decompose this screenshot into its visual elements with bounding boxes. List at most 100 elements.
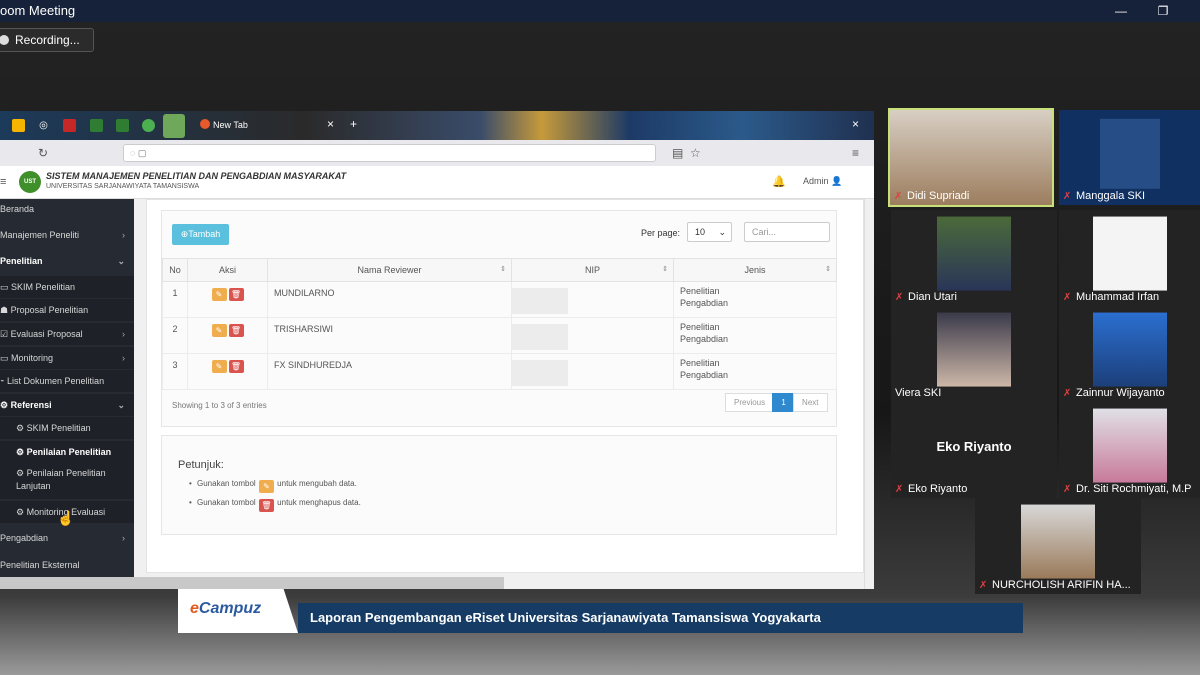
url-input[interactable]: ◌ ▢: [123, 144, 656, 162]
add-button[interactable]: ⊕Tambah: [172, 224, 229, 245]
user-icon: 👤: [831, 176, 843, 186]
edit-icon[interactable]: ✎: [211, 324, 227, 337]
participant-tile[interactable]: ✗ Dian Utari: [891, 210, 1057, 306]
menu-icon[interactable]: ≡: [852, 146, 859, 160]
row-no: 3: [162, 353, 188, 390]
participant-tile[interactable]: ✗ Zainnur Wijayanto: [1059, 306, 1200, 402]
horizontal-scrollbar[interactable]: [0, 577, 504, 589]
monitor-icon: ▭: [0, 353, 12, 363]
sidebar-item-referensi[interactable]: ⚙ Referensi ⌄: [0, 394, 134, 416]
ust-logo: UST: [19, 171, 41, 193]
list-icon: ⁃: [0, 376, 8, 386]
sidebar-item-evaluasi-proposal[interactable]: ☑ Evaluasi Proposal ›: [0, 323, 134, 345]
edit-hint: • Gunakan tombol ✎ untuk mengubah data.: [189, 479, 357, 493]
participant-tile[interactable]: ✗ Didi Supriadi: [888, 108, 1054, 207]
close-tab-icon[interactable]: ×: [327, 117, 334, 131]
users-icon: ☗: [0, 305, 11, 315]
col-no[interactable]: No: [162, 258, 188, 282]
new-tab-icon[interactable]: +: [350, 117, 357, 131]
trash-icon[interactable]: 🗑: [228, 324, 244, 337]
participant-tile[interactable]: Eko Riyanto ✗ Eko Riyanto: [891, 402, 1057, 498]
tab-new-tab[interactable]: New Tab: [200, 119, 248, 130]
sidebar-item-beranda[interactable]: Beranda: [0, 198, 134, 220]
sheet-icon[interactable]: [116, 119, 129, 132]
active-tab[interactable]: [163, 114, 185, 138]
app-icon[interactable]: [142, 119, 155, 132]
restore-icon[interactable]: ❐: [1148, 0, 1178, 22]
caption-banner: Laporan Pengembangan eRiset Universitas …: [298, 603, 1023, 633]
reader-icon[interactable]: ▤: [672, 146, 683, 160]
hamburger-icon[interactable]: ≡: [0, 176, 6, 188]
participant-tile[interactable]: ✗ Manggala SKI: [1059, 110, 1200, 205]
search-input[interactable]: Cari...: [744, 222, 830, 242]
chevron-down-icon: ⌄: [117, 400, 125, 410]
chevron-right-icon: ›: [122, 230, 125, 240]
close-window-icon[interactable]: ×: [852, 117, 859, 131]
reload-icon[interactable]: ↻: [38, 146, 48, 160]
sidebar-item-proposal-penelitian[interactable]: ☗ Proposal Penelitian: [0, 299, 134, 321]
participant-display-name: Eko Riyanto: [936, 439, 1012, 454]
reviewer-jenis: Penelitian Pengabdian: [673, 281, 837, 318]
col-jenis[interactable]: Jenis ⇕: [673, 258, 837, 282]
next-page-button[interactable]: Next: [793, 393, 828, 412]
drive-icon[interactable]: [12, 119, 25, 132]
sidebar-item-pengabdian[interactable]: Pengabdian ›: [0, 527, 134, 549]
star-icon[interactable]: ☆: [690, 146, 701, 160]
table-row: 2 ✎ 🗑 TRISHARSIWI Penelitian Pengabdian: [162, 317, 837, 354]
list-icon: ▭: [0, 282, 12, 292]
sidebar-subitem-penilaian-lanjutan[interactable]: ⚙ Penilaian Penelitian Lanjutan: [0, 463, 134, 499]
mic-muted-icon: ✗: [1063, 191, 1072, 202]
sidebar-item-penelitian[interactable]: Penelitian ⌄: [0, 250, 134, 272]
trash-icon[interactable]: 🗑: [228, 360, 244, 373]
cog-icon: ⚙: [0, 400, 11, 410]
minimize-icon[interactable]: —: [1106, 0, 1136, 22]
sidebar-item-list-dokumen[interactable]: ⁃ List Dokumen Penelitian: [0, 370, 134, 392]
participant-video: [1092, 312, 1167, 387]
mic-muted-icon: ✗: [1063, 388, 1072, 399]
sidebar-subitem-penilaian-penelitian[interactable]: ⚙ Penilaian Penelitian: [0, 441, 134, 463]
app-header: ≡ UST SISTEM MANAJEMEN PENELITIAN DAN PE…: [0, 166, 874, 199]
reviewer-nip: [511, 317, 674, 354]
table-row: 3 ✎ 🗑 FX SINDHUREDJA Penelitian Pengabdian: [162, 353, 837, 390]
edit-icon[interactable]: ✎: [211, 360, 227, 373]
sidebar-item-penelitian-eksternal[interactable]: Penelitian Eksternal: [0, 554, 134, 576]
per-page-select[interactable]: 10 ⌄: [687, 222, 732, 242]
per-page-label: Per page:: [641, 228, 681, 238]
reviewer-jenis: Penelitian Pengabdian: [673, 353, 837, 390]
trash-icon[interactable]: 🗑: [228, 288, 244, 301]
reviewer-table-card: ⊕Tambah Per page: 10 ⌄ Cari... No Aksi Na…: [161, 210, 837, 427]
shared-screen-browser: ◎ New Tab × + × ↻ ◌ ▢ ▤ ☆ ≡ ≡ UST SISTEM…: [0, 111, 874, 589]
sheet-icon[interactable]: [90, 119, 103, 132]
previous-page-button[interactable]: Previous: [725, 393, 775, 412]
recording-icon: [0, 35, 9, 45]
chevron-down-icon: ⌄: [117, 256, 125, 266]
window-title: oom Meeting: [0, 3, 76, 18]
firefox-icon: [200, 119, 210, 129]
col-nip[interactable]: NIP ⇕: [511, 258, 674, 282]
row-actions: ✎ 🗑: [187, 281, 268, 318]
sidebar-item-monitoring[interactable]: ▭ Monitoring ›: [0, 347, 134, 369]
user-menu[interactable]: Admin 👤: [803, 176, 842, 187]
entries-info: Showing 1 to 3 of 3 entries: [172, 401, 267, 410]
globe-icon[interactable]: ◎: [37, 119, 50, 132]
participant-tile[interactable]: Viera SKI: [891, 306, 1057, 402]
sidebar-item-manajemen-peneliti[interactable]: Manajemen Peneliti ›: [0, 224, 134, 246]
shield-icon[interactable]: [63, 119, 76, 132]
recording-indicator[interactable]: Recording...: [0, 28, 94, 52]
sidebar: Beranda Manajemen Peneliti › Penelitian ⌄ …: [0, 199, 134, 589]
page-1-button[interactable]: 1: [772, 393, 795, 412]
participant-video: [937, 312, 1011, 387]
col-nama-reviewer[interactable]: Nama Reviewer ⇕: [267, 258, 512, 282]
row-actions: ✎ 🗑: [187, 317, 268, 354]
edit-icon[interactable]: ✎: [211, 288, 227, 301]
sidebar-item-skim-penelitian[interactable]: ▭ SKIM Penelitian: [0, 276, 134, 298]
sidebar-subitem-skim-penelitian[interactable]: ⚙ SKIM Penelitian: [0, 417, 134, 439]
participant-tile[interactable]: ✗ Dr. Siti Rochmiyati, M.P: [1059, 402, 1200, 498]
vertical-scrollbar[interactable]: [864, 199, 874, 589]
bell-icon[interactable]: 🔔: [772, 175, 786, 188]
participant-tile[interactable]: ✗ NURCHOLISH ARIFIN HA...: [975, 498, 1141, 594]
participant-tile[interactable]: ✗ Muhammad Irfan: [1059, 210, 1200, 306]
reviewer-nip: [511, 353, 674, 390]
zoom-title-bar: oom Meeting — ❐: [0, 0, 1200, 22]
gear-icon: ⚙: [16, 507, 27, 517]
